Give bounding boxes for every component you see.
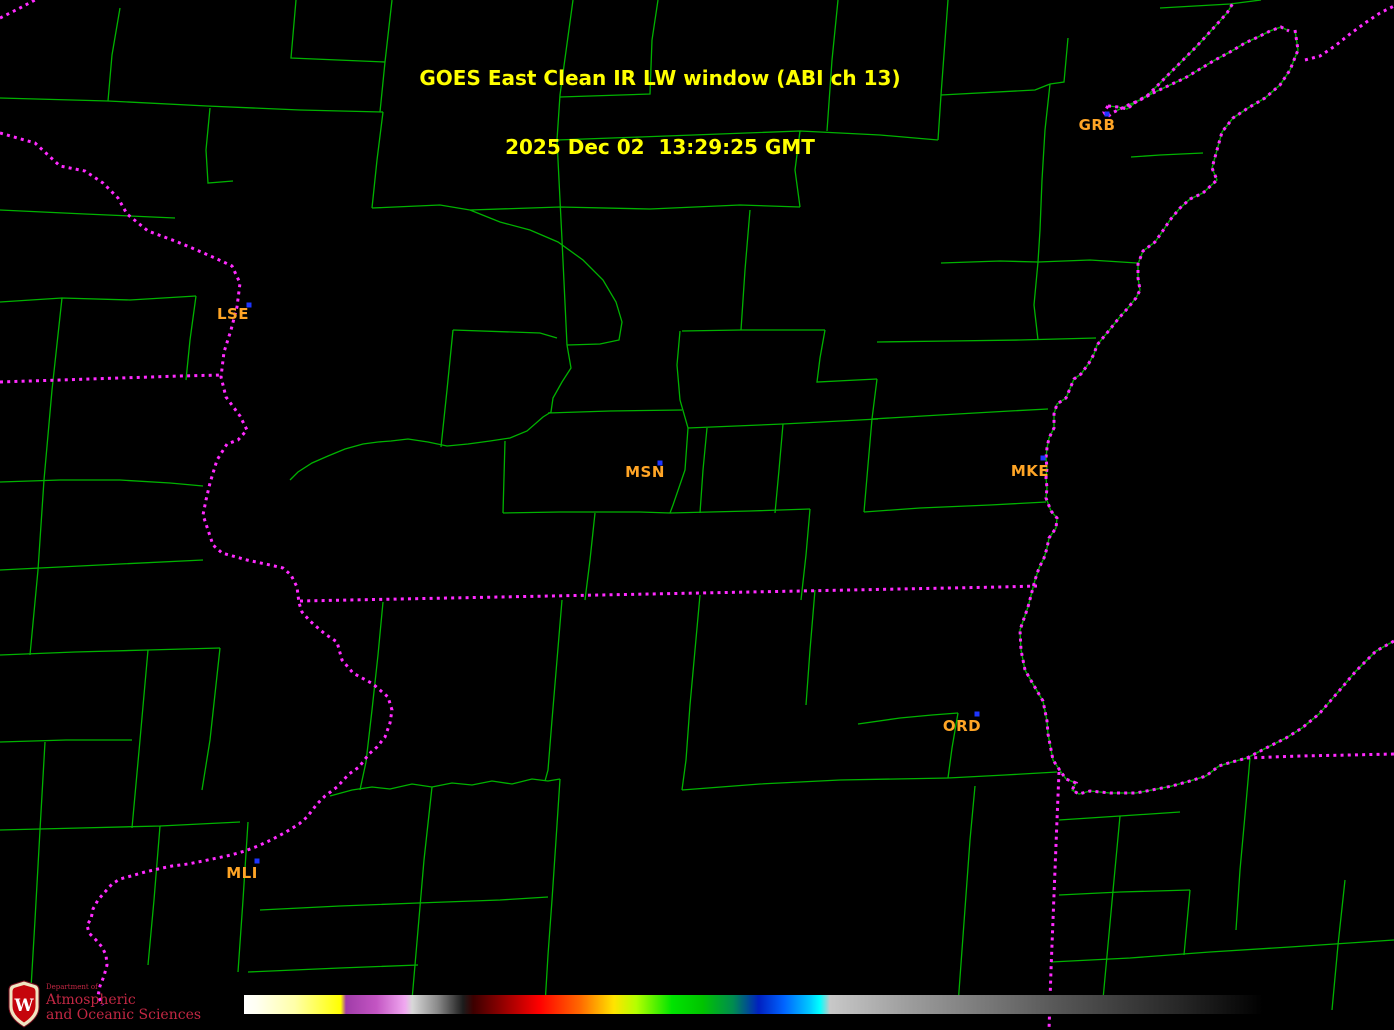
station-dot-ORD: [974, 711, 980, 717]
county-boundary-line: [29, 741, 46, 1006]
uw-crest-icon: W: [8, 980, 40, 1028]
station-dot-MKE: [1040, 455, 1046, 461]
county-boundary-line: [185, 295, 197, 381]
county-boundary-line: [1159, 0, 1262, 9]
logo-name-line-1: Atmospheric: [46, 992, 136, 1008]
state-border-dotted-line: [0, 373, 223, 384]
logo-text: Department of Atmospheric and Oceanic Sc…: [46, 980, 201, 1023]
county-boundary-line: [131, 649, 149, 829]
county-boundary-line: [1058, 889, 1191, 896]
station-label-GRB: GRB: [1078, 116, 1116, 134]
county-boundary-line: [452, 329, 558, 339]
station-label-MSN: MSN: [625, 463, 665, 481]
county-boundary-line: [681, 594, 701, 791]
uw-monogram: W: [13, 996, 34, 1016]
county-boundary-line: [0, 647, 221, 656]
image-title: GOES East Clean IR LW window (ABI ch 13)…: [0, 21, 1320, 205]
county-boundary-line: [440, 329, 454, 448]
ir-temperature-color-scale: [244, 995, 1263, 1014]
county-boundary-line: [502, 440, 506, 514]
county-boundary-line: [816, 329, 878, 383]
title-line-1: GOES East Clean IR LW window (ABI ch 13): [419, 66, 901, 90]
county-boundary-line: [411, 786, 433, 1001]
county-boundary-line: [201, 647, 221, 791]
county-boundary-line: [359, 601, 384, 791]
logo-dept-label: Department of: [46, 983, 98, 991]
county-boundary-line: [0, 295, 197, 303]
county-boundary-line: [740, 209, 751, 331]
uw-aos-logo: W Department of Atmospheric and Oceanic …: [8, 980, 201, 1028]
county-boundary-line: [544, 778, 561, 1006]
station-label-MLI: MLI: [226, 864, 258, 882]
county-boundary-line: [940, 259, 1138, 264]
satellite-image-canvas: GOES East Clean IR LW window (ABI ch 13)…: [0, 0, 1394, 1030]
county-boundary-line: [259, 896, 549, 911]
county-boundary-line: [469, 209, 623, 346]
county-boundary-line: [871, 408, 1049, 420]
county-boundary-line: [502, 508, 811, 514]
county-boundary-line: [957, 785, 976, 1006]
county-boundary-line: [469, 204, 801, 211]
county-boundary-line: [871, 378, 878, 420]
county-boundary-line: [147, 825, 161, 966]
county-boundary-line: [289, 344, 572, 481]
county-boundary-line: [1033, 261, 1039, 341]
county-boundary-line: [0, 821, 241, 831]
station-label-ORD: ORD: [942, 717, 982, 735]
county-boundary-line: [544, 599, 563, 782]
county-boundary-line: [669, 330, 689, 514]
state-border-dotted-line: [299, 584, 1038, 603]
county-boundary-line: [681, 329, 825, 332]
county-boundary-line: [1050, 939, 1394, 963]
county-boundary-line: [774, 423, 784, 514]
county-boundary-line: [0, 479, 204, 487]
county-boundary-line: [863, 501, 1047, 513]
county-boundary-line: [800, 508, 811, 601]
county-boundary-line: [584, 512, 596, 601]
county-boundary-line: [805, 589, 816, 706]
county-boundary-line: [863, 418, 873, 513]
county-boundary-line: [329, 778, 561, 797]
state-border-dotted-line: [1047, 771, 1061, 1030]
station-label-LSE: LSE: [216, 305, 250, 323]
county-boundary-line: [547, 409, 683, 414]
county-boundary-line: [681, 777, 949, 791]
county-boundary-line: [237, 821, 249, 973]
title-line-2: 2025 Dec 02 13:29:25 GMT: [505, 135, 815, 159]
county-boundary-line: [1246, 640, 1394, 759]
county-boundary-line: [876, 337, 1097, 343]
county-boundary-line: [0, 559, 204, 571]
logo-name-line-2: and Oceanic Sciences: [46, 1007, 202, 1023]
county-boundary-line: [699, 427, 708, 514]
state-border-dotted-line: [0, 0, 36, 20]
county-boundary-line: [0, 739, 132, 743]
county-boundary-line: [43, 297, 63, 481]
county-boundary-line: [1235, 757, 1251, 931]
county-boundary-line: [1101, 815, 1121, 1011]
county-boundary-line: [1183, 889, 1191, 956]
county-boundary-line: [1331, 879, 1346, 1011]
county-boundary-line: [371, 204, 471, 211]
station-dot-MLI: [254, 858, 260, 864]
state-border-dotted-line: [1246, 639, 1394, 760]
county-boundary-line: [0, 209, 176, 219]
county-boundary-line: [947, 771, 1058, 779]
station-label-MKE: MKE: [1010, 462, 1050, 480]
county-boundary-line: [247, 964, 419, 973]
state-border-dotted-line: [1246, 752, 1394, 760]
state-border-dotted-line: [0, 131, 394, 1006]
